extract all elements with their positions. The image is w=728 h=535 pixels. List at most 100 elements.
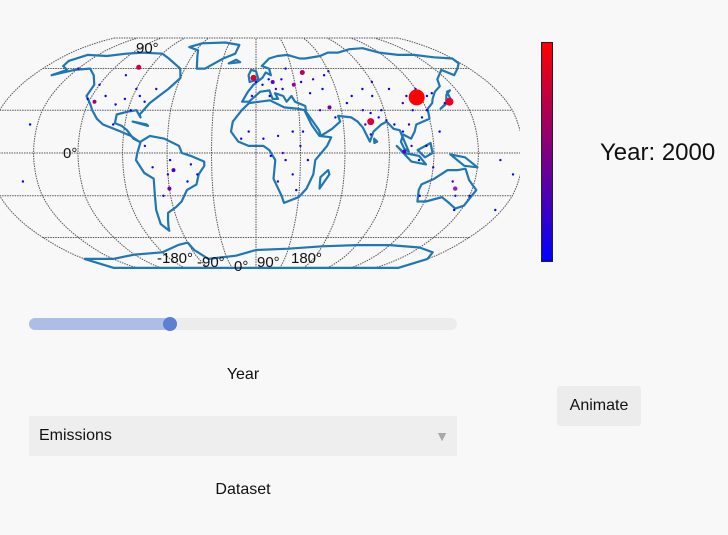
station-dot xyxy=(284,67,287,70)
station-dot xyxy=(511,173,515,176)
emission-point xyxy=(327,105,332,110)
station-dot xyxy=(306,158,310,162)
station-dot xyxy=(86,97,89,101)
station-dot xyxy=(268,94,271,98)
station-dot xyxy=(104,94,107,98)
coastline xyxy=(449,153,479,169)
station-dot xyxy=(311,78,315,81)
station-dot xyxy=(418,194,421,197)
station-dot xyxy=(327,70,330,73)
year-slider-fill xyxy=(29,318,171,330)
station-dot xyxy=(369,133,372,136)
station-dot xyxy=(291,130,294,133)
station-dot xyxy=(186,180,189,183)
station-dot xyxy=(143,100,146,103)
station-dot xyxy=(129,109,132,112)
emission-point xyxy=(402,149,407,154)
station-dot xyxy=(124,74,128,77)
year-slider-handle[interactable] xyxy=(163,317,178,331)
station-dot xyxy=(301,130,305,133)
station-dot xyxy=(425,94,429,98)
year-title: Year: 2000 xyxy=(600,139,716,166)
station-dot xyxy=(393,123,396,126)
station-dot xyxy=(405,94,408,98)
year-slider-label: Year xyxy=(226,366,260,383)
coastline xyxy=(241,47,460,153)
station-dot xyxy=(247,130,250,133)
station-dot xyxy=(155,87,158,91)
coastline xyxy=(188,41,241,70)
coastline xyxy=(131,120,150,127)
lon-label-0: 0° xyxy=(234,258,249,275)
emission-point xyxy=(250,74,257,81)
station-dot xyxy=(138,94,141,98)
world-map xyxy=(0,37,520,269)
station-dot xyxy=(370,80,374,84)
coastline xyxy=(318,169,331,190)
animate-button[interactable]: Animate xyxy=(557,386,641,426)
station-dot xyxy=(377,116,380,119)
coastline xyxy=(416,167,478,210)
station-dot xyxy=(123,97,127,101)
station-dot xyxy=(240,137,243,140)
dropdown-arrow-icon: ▼ xyxy=(435,428,449,444)
station-dot xyxy=(425,109,429,112)
station-dot xyxy=(299,144,302,148)
lon-label-neg90: -90° xyxy=(197,254,225,271)
emission-point xyxy=(408,89,425,106)
station-dot xyxy=(361,87,364,91)
year-slider[interactable] xyxy=(29,317,457,331)
station-dot xyxy=(454,194,457,197)
station-dot xyxy=(385,119,388,122)
coastline xyxy=(50,51,182,143)
station-dot xyxy=(135,87,138,91)
station-dot xyxy=(432,166,435,169)
station-dot xyxy=(267,78,270,81)
station-dot xyxy=(276,180,280,183)
station-dot xyxy=(196,173,199,176)
emission-point xyxy=(367,118,375,126)
lon-label-180: 180° xyxy=(291,250,323,267)
station-dot xyxy=(425,144,428,148)
emission-point xyxy=(291,82,296,87)
station-dot xyxy=(143,144,147,148)
year-colorbar xyxy=(541,42,553,262)
station-dot xyxy=(401,101,404,105)
station-dot xyxy=(189,163,193,166)
station-dot xyxy=(411,109,414,112)
station-dot xyxy=(98,83,101,87)
emission-point xyxy=(270,80,275,84)
lat-label-equator: 0° xyxy=(63,145,78,162)
dataset-dropdown[interactable]: Emissions ▼ xyxy=(29,416,457,456)
world-map-plot: 90° 0° -180° -90° 0° 90° 180° xyxy=(0,0,520,290)
station-dot xyxy=(417,158,421,162)
station-dot xyxy=(321,87,324,91)
station-dot xyxy=(77,67,80,70)
station-dot xyxy=(269,154,272,158)
station-dot xyxy=(438,130,441,133)
lat-label-90: 90° xyxy=(136,40,159,57)
station-dot xyxy=(261,83,264,87)
coastline xyxy=(227,58,242,65)
station-dot xyxy=(280,78,283,81)
station-dot xyxy=(308,92,312,95)
station-dot xyxy=(299,80,303,84)
station-dot xyxy=(334,116,337,119)
station-dot xyxy=(345,101,349,105)
station-dot xyxy=(361,109,364,112)
station-dot xyxy=(168,158,172,162)
station-dot xyxy=(318,109,322,112)
emission-point xyxy=(445,97,454,106)
station-dot xyxy=(369,111,372,115)
station-dot xyxy=(295,188,298,192)
emission-point xyxy=(453,186,458,191)
emission-point xyxy=(167,186,172,191)
station-dot xyxy=(166,173,170,176)
station-dot xyxy=(410,144,413,148)
lon-label-90: 90° xyxy=(257,254,280,271)
station-dot xyxy=(350,94,353,98)
station-dot xyxy=(262,137,265,140)
station-dot xyxy=(276,134,280,138)
station-dot xyxy=(322,74,326,77)
station-dot xyxy=(28,123,32,126)
